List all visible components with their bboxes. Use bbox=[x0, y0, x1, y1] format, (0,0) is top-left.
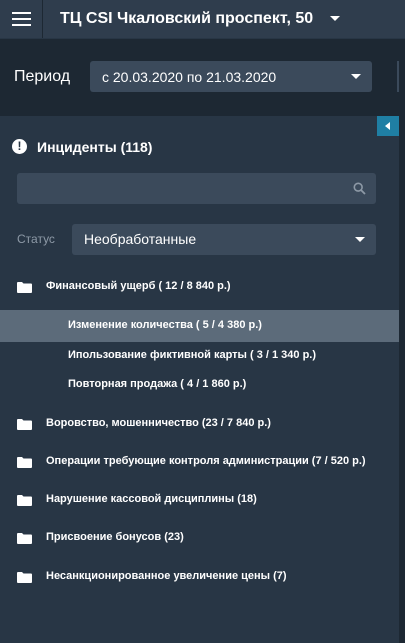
alert-icon: ! bbox=[12, 139, 27, 154]
folder-icon bbox=[17, 533, 32, 544]
folder-icon bbox=[17, 495, 32, 506]
top-bar: ТЦ CSI Чкаловский проспект, 50 bbox=[0, 0, 405, 38]
tree-group-label: Нарушение кассовой дисциплины (18) bbox=[46, 493, 257, 505]
search-icon[interactable] bbox=[353, 182, 366, 195]
tree-group-label: Операции требующие контроля администраци… bbox=[46, 455, 366, 467]
menu-icon[interactable] bbox=[0, 0, 43, 38]
folder-icon bbox=[17, 572, 32, 583]
tree-group-bonus-appropriation[interactable]: Присвоение бонусов (23) bbox=[0, 522, 399, 554]
status-value: Необработанные bbox=[84, 231, 197, 247]
tree-group-label: Несанкционированное увеличение цены (7) bbox=[46, 570, 287, 582]
tree-item-label: Изменение количества ( 5 / 4 380 р.) bbox=[68, 319, 262, 331]
tree-group-admin-control[interactable]: Операции требующие контроля администраци… bbox=[0, 446, 399, 478]
collapse-left-icon[interactable] bbox=[377, 116, 399, 136]
tree-group-cash-discipline[interactable]: Нарушение кассовой дисциплины (18) bbox=[0, 484, 399, 516]
side-rail bbox=[399, 116, 405, 643]
status-label: Статус bbox=[17, 232, 55, 246]
tree-group-label: Финансовый ущерб ( 12 / 8 840 р.) bbox=[46, 280, 231, 292]
folder-icon bbox=[17, 457, 32, 468]
folder-icon bbox=[17, 419, 32, 430]
incidents-title: Инциденты (118) bbox=[37, 139, 153, 155]
divider bbox=[397, 61, 399, 92]
tree-item-label: Ипользование фиктивной карты ( 3 / 1 340… bbox=[68, 349, 317, 361]
tree-group-theft[interactable]: Воровство, мошенничество (23 / 7 840 р.) bbox=[0, 408, 399, 440]
tree-group-label: Воровство, мошенничество (23 / 7 840 р.) bbox=[46, 417, 271, 429]
period-label: Период bbox=[14, 68, 71, 85]
tree-group-price-increase[interactable]: Несанкционированное увеличение цены (7) bbox=[0, 561, 399, 593]
chevron-down-icon[interactable] bbox=[330, 16, 340, 21]
status-select[interactable]: Необработанные bbox=[72, 224, 376, 255]
period-select[interactable]: с 20.03.2020 по 21.03.2020 bbox=[90, 61, 372, 92]
search-input[interactable] bbox=[17, 173, 376, 204]
tree-group-label: Присвоение бонусов (23) bbox=[46, 531, 184, 543]
tree-item-label: Повторная продажа ( 4 / 1 860 р.) bbox=[68, 378, 247, 390]
store-title[interactable]: ТЦ CSI Чкаловский проспект, 50 bbox=[60, 0, 313, 38]
tree-item-fake-card[interactable]: Ипользование фиктивной карты ( 3 / 1 340… bbox=[0, 340, 399, 372]
period-value: с 20.03.2020 по 21.03.2020 bbox=[102, 69, 277, 85]
chevron-down-icon bbox=[355, 237, 365, 242]
chevron-down-icon bbox=[351, 74, 361, 79]
period-bar: Период с 20.03.2020 по 21.03.2020 bbox=[0, 39, 405, 116]
tree-item-quantity-change[interactable]: Изменение количества ( 5 / 4 380 р.) bbox=[0, 310, 399, 342]
folder-icon bbox=[17, 282, 32, 293]
tree-group-financial-loss[interactable]: Финансовый ущерб ( 12 / 8 840 р.) bbox=[0, 271, 399, 303]
tree-item-repeat-sale[interactable]: Повторная продажа ( 4 / 1 860 р.) bbox=[0, 369, 399, 401]
